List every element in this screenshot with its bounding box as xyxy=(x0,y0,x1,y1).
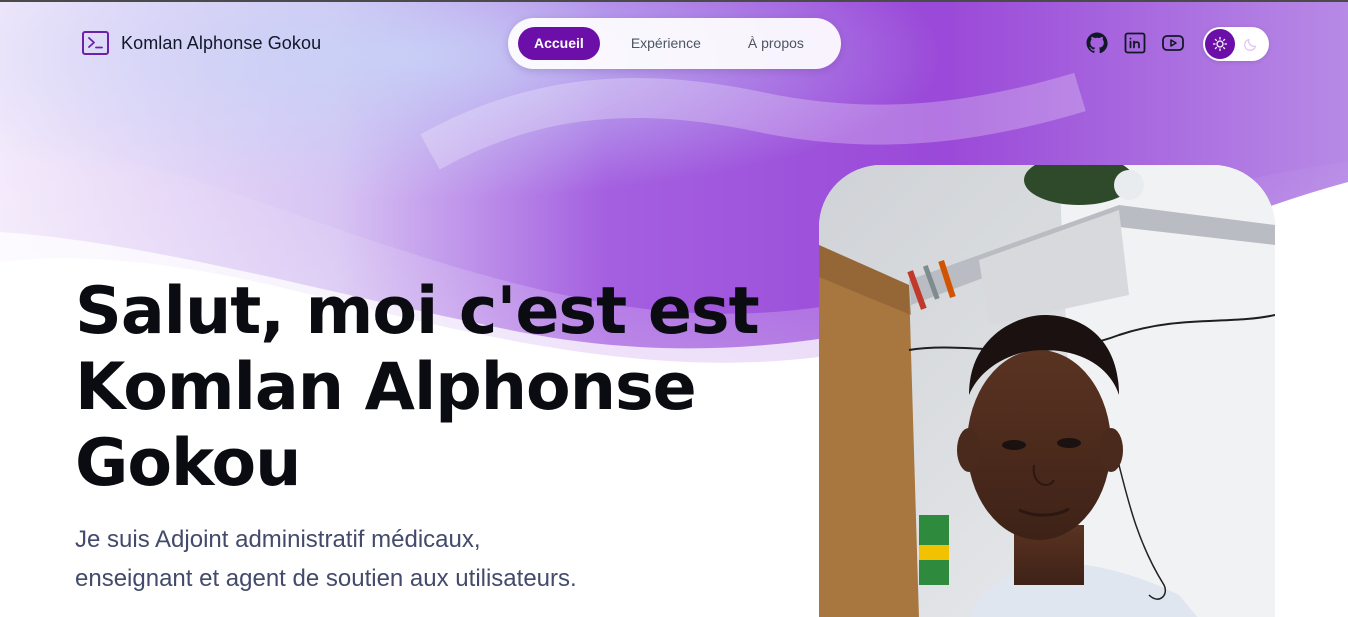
hero-title: Salut, moi c'est est Komlan Alphonse Gok… xyxy=(75,274,795,502)
nav-item-experience[interactable]: Expérience xyxy=(615,27,717,60)
terminal-icon xyxy=(82,31,109,55)
site-header: Komlan Alphonse Gokou Accueil Expérience… xyxy=(0,2,1348,86)
hero-subtitle-line: Je suis Adjoint administratif médicaux, xyxy=(75,526,481,553)
hero-title-line: Gokou xyxy=(75,426,301,501)
sun-icon[interactable] xyxy=(1205,29,1235,59)
nav-item-a-propos[interactable]: À propos xyxy=(732,27,820,60)
theme-toggle[interactable] xyxy=(1203,27,1269,61)
nav-item-accueil[interactable]: Accueil xyxy=(518,27,600,60)
hero-title-line: Salut, moi c'est est xyxy=(75,274,760,349)
hero-subtitle-line: enseignant et agent de soutien aux utili… xyxy=(75,565,577,592)
github-icon[interactable] xyxy=(1085,31,1109,55)
moon-icon[interactable] xyxy=(1243,36,1259,52)
hero-title-line: Komlan Alphonse xyxy=(75,350,697,425)
main-nav: Accueil Expérience À propos xyxy=(508,18,841,69)
brand-name: Komlan Alphonse Gokou xyxy=(121,32,322,53)
hero-subtitle: Je suis Adjoint administratif médicaux, … xyxy=(75,520,715,598)
profile-photo xyxy=(819,165,1275,617)
linkedin-icon[interactable] xyxy=(1123,31,1147,55)
youtube-icon[interactable] xyxy=(1161,31,1185,55)
social-links xyxy=(1085,31,1185,55)
brand-logo[interactable]: Komlan Alphonse Gokou xyxy=(82,31,321,55)
